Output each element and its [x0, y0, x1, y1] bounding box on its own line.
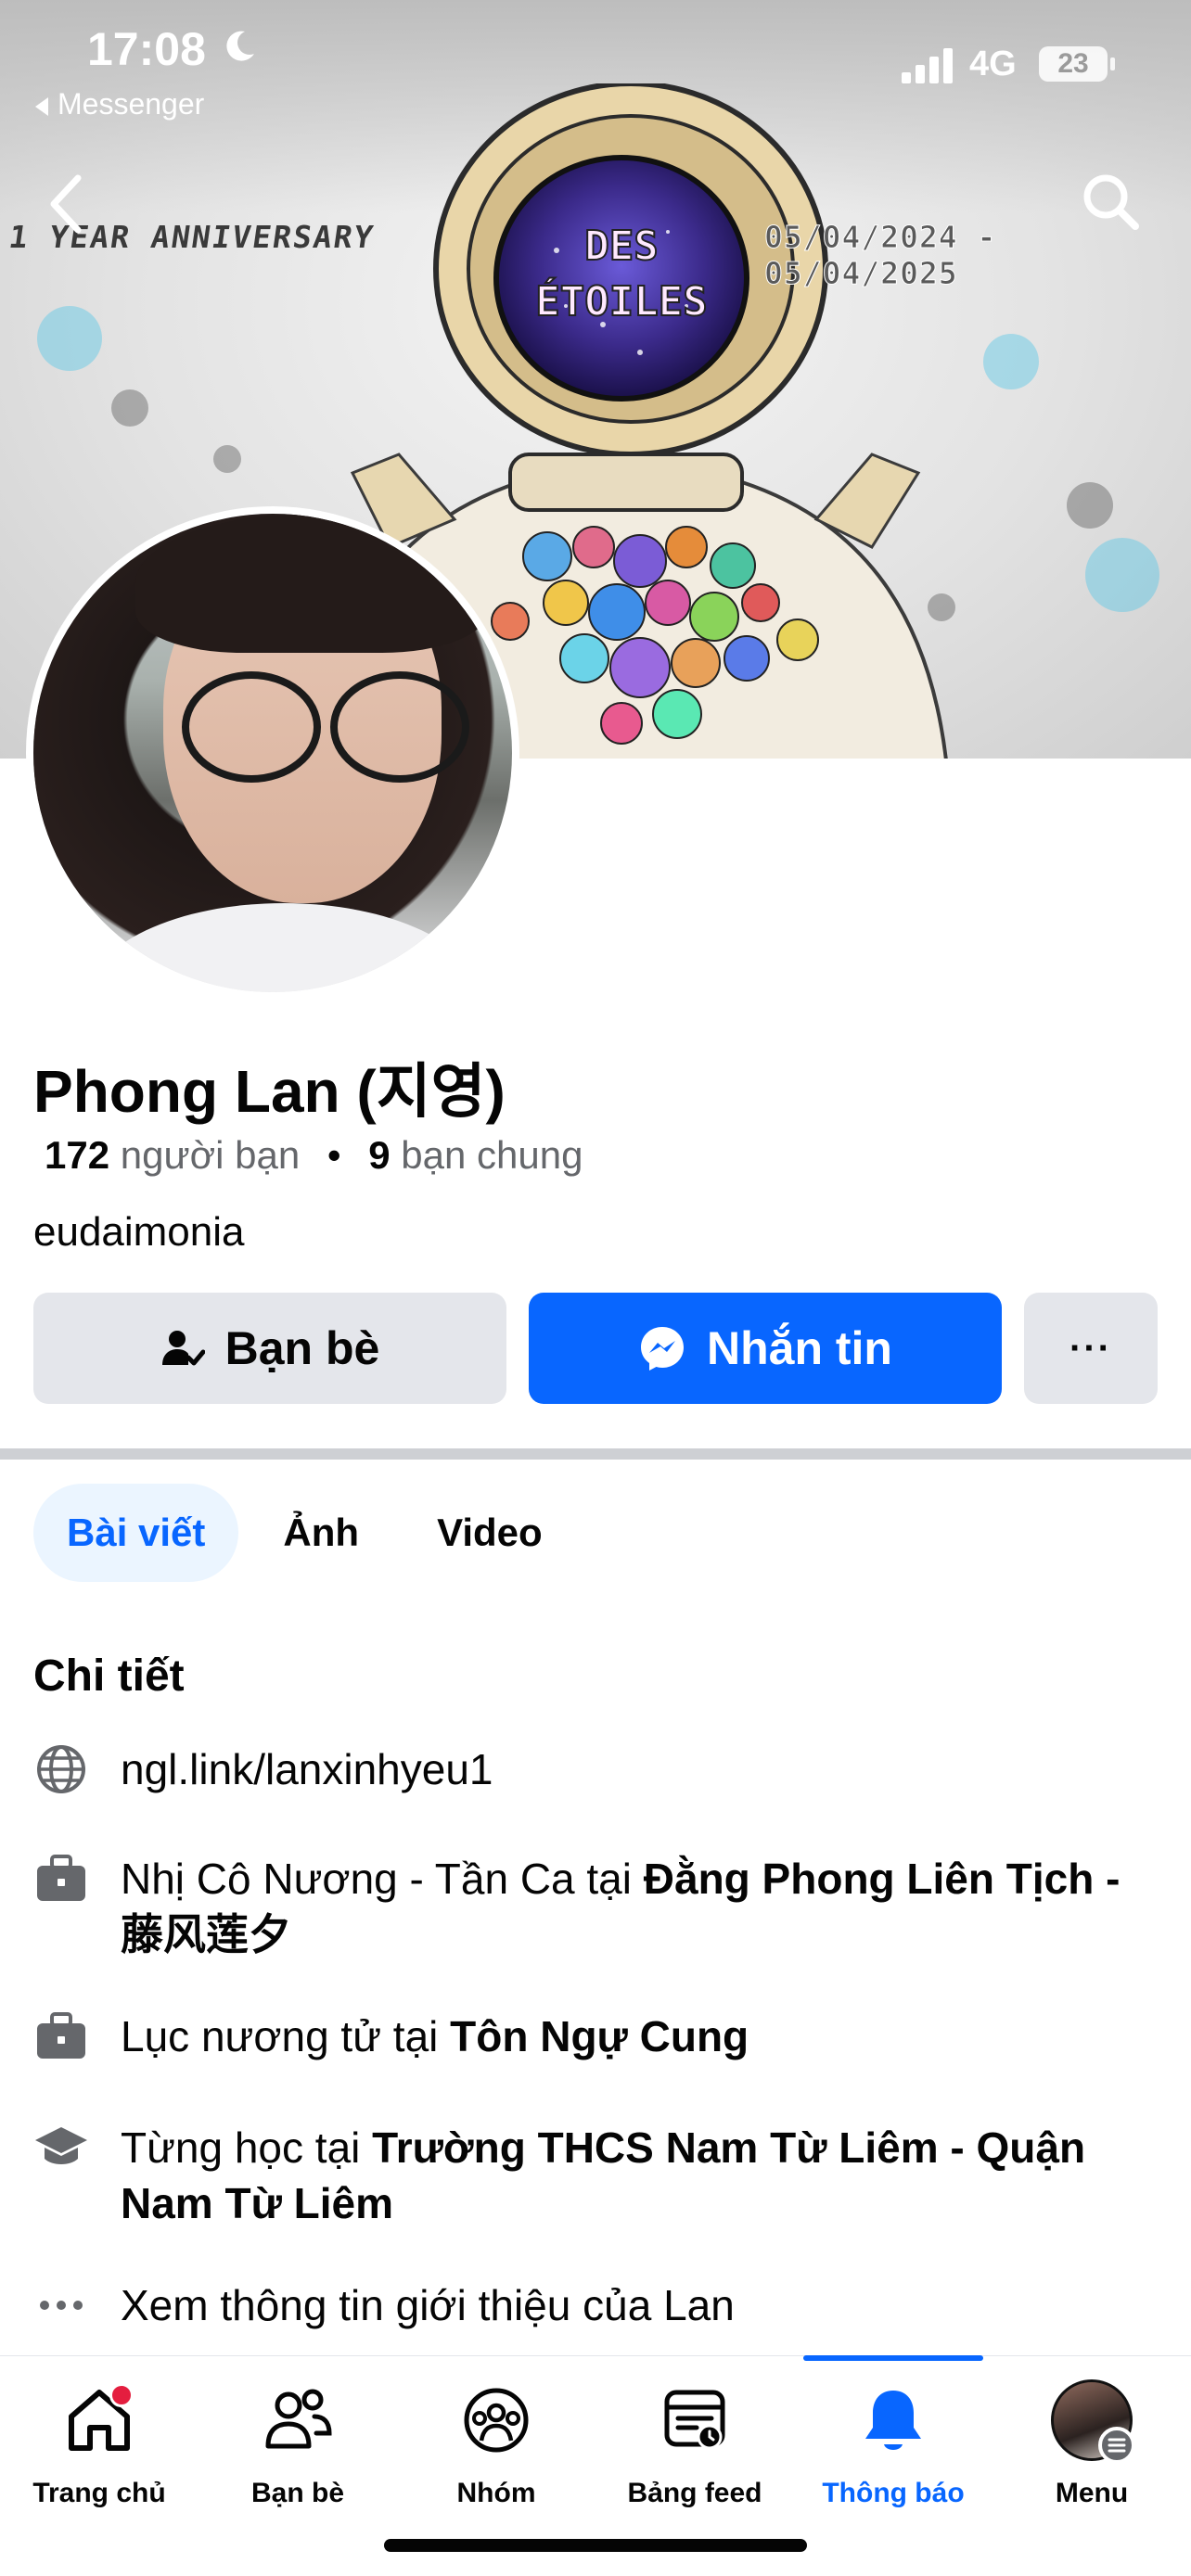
network-type: 4G — [969, 45, 1017, 83]
mutual-label: bạn chung — [401, 1133, 583, 1177]
search-icon[interactable] — [1078, 169, 1143, 234]
paint-splat — [213, 445, 241, 473]
glasses-right-lens — [330, 671, 469, 783]
profile-stats[interactable]: 172 người bạn • 9 bạn chung — [45, 1133, 583, 1178]
nav-groups-label: Nhóm — [456, 2478, 536, 2508]
paint-splat — [1067, 482, 1113, 529]
nav-notifications-label: Thông báo — [822, 2478, 965, 2508]
profile-name: Phong Lan (지영) — [33, 1058, 506, 1125]
nav-friends-label: Bạn bè — [250, 2478, 345, 2508]
svg-text:ÉTOILES: ÉTOILES — [535, 276, 707, 325]
back-triangle-icon — [35, 96, 48, 116]
profile-tabs: Bài viết Ảnh Video — [33, 1484, 576, 1582]
back-to-app-link[interactable]: Messenger — [35, 87, 204, 121]
see-about-row[interactable]: Xem thông tin giới thiệu của Lan — [33, 2277, 1165, 2333]
more-dots-icon — [40, 2301, 83, 2310]
helmet-text: DES — [584, 223, 658, 270]
notification-dot — [109, 2383, 134, 2407]
more-options-button[interactable]: ··· — [1024, 1293, 1158, 1404]
stats-separator: • — [327, 1133, 341, 1177]
menu-avatar — [1051, 2379, 1135, 2464]
see-about-text[interactable]: Xem thông tin giới thiệu của Lan — [121, 2277, 735, 2333]
bell-icon — [865, 2391, 921, 2450]
detail-work2-place[interactable]: Tôn Ngự Cung — [450, 2012, 749, 2060]
profile-avatar[interactable] — [26, 506, 519, 1000]
groups-icon — [464, 2388, 529, 2453]
active-tab-indicator — [803, 2355, 983, 2361]
detail-education-row: Từng học tại Trường THCS Nam Từ Liêm - Q… — [33, 2120, 1165, 2231]
messenger-icon — [641, 1327, 684, 1371]
detail-link-text[interactable]: ngl.link/lanxinhyeu1 — [121, 1741, 493, 1797]
section-divider — [0, 1448, 1191, 1460]
moon-icon — [226, 31, 254, 61]
detail-work2-prefix: Lục nương tử tại — [121, 2012, 451, 2060]
cellular-signal-icon — [902, 48, 953, 83]
detail-work-prefix: Nhị Cô Nương - Tần Ca tại — [121, 1855, 644, 1903]
paint-splat — [1085, 538, 1159, 612]
detail-edu-prefix: Từng học tại — [121, 2123, 373, 2172]
paint-splat — [37, 306, 102, 371]
nav-menu[interactable]: Menu — [992, 2374, 1191, 2509]
friends-label: người bạn — [120, 1133, 301, 1177]
avatar-bangs — [135, 514, 488, 653]
friends-count: 172 — [45, 1133, 110, 1177]
glasses-left-lens — [182, 671, 321, 783]
detail-work-row: Nhị Cô Nương - Tần Ca tại Đằng Phong Liê… — [33, 1851, 1165, 1962]
nav-feed[interactable]: Bảng feed — [596, 2374, 794, 2509]
paint-splat — [111, 389, 148, 427]
friends-icon — [265, 2389, 332, 2449]
back-app-label: Messenger — [58, 87, 205, 121]
mutual-count: 9 — [368, 1133, 391, 1177]
back-arrow-icon[interactable] — [41, 167, 96, 241]
battery-tip — [1110, 57, 1115, 70]
globe-icon — [37, 1745, 85, 1793]
paint-splat — [983, 334, 1039, 389]
status-time: 17:08 — [87, 23, 206, 75]
nav-home[interactable]: Trang chủ — [0, 2374, 198, 2509]
profile-bio: eudaimonia — [33, 1209, 245, 1255]
message-button[interactable]: Nhắn tin — [529, 1293, 1002, 1404]
briefcase-icon — [37, 1855, 85, 1901]
nav-home-label: Trang chủ — [32, 2478, 166, 2508]
nav-menu-label: Menu — [1055, 2478, 1129, 2508]
detail-work-row-2: Lục nương tử tại Tôn Ngự Cung — [33, 2009, 1165, 2064]
friends-button[interactable]: Bạn bè — [33, 1293, 506, 1404]
nav-notifications[interactable]: Thông báo — [794, 2374, 992, 2509]
feed-icon — [664, 2390, 725, 2450]
nav-groups[interactable]: Nhóm — [397, 2374, 596, 2509]
message-button-label: Nhắn tin — [707, 1322, 892, 1374]
home-indicator — [384, 2539, 807, 2552]
avatar-photo — [33, 514, 512, 992]
tab-photos[interactable]: Ảnh — [250, 1484, 392, 1582]
nav-feed-label: Bảng feed — [627, 2478, 762, 2508]
tab-posts[interactable]: Bài viết — [33, 1484, 239, 1582]
graduation-cap-icon — [35, 2127, 87, 2164]
friend-check-icon — [161, 1331, 205, 1366]
friends-button-label: Bạn bè — [224, 1322, 380, 1374]
battery-indicator: 23 — [1039, 46, 1108, 82]
briefcase-icon — [37, 2012, 85, 2059]
details-heading: Chi tiết — [33, 1651, 185, 1701]
tab-videos[interactable]: Video — [403, 1484, 576, 1582]
nav-friends[interactable]: Bạn bè — [198, 2374, 397, 2509]
menu-hamburger-icon — [1098, 2427, 1135, 2464]
detail-link-row[interactable]: ngl.link/lanxinhyeu1 — [33, 1741, 1165, 1797]
